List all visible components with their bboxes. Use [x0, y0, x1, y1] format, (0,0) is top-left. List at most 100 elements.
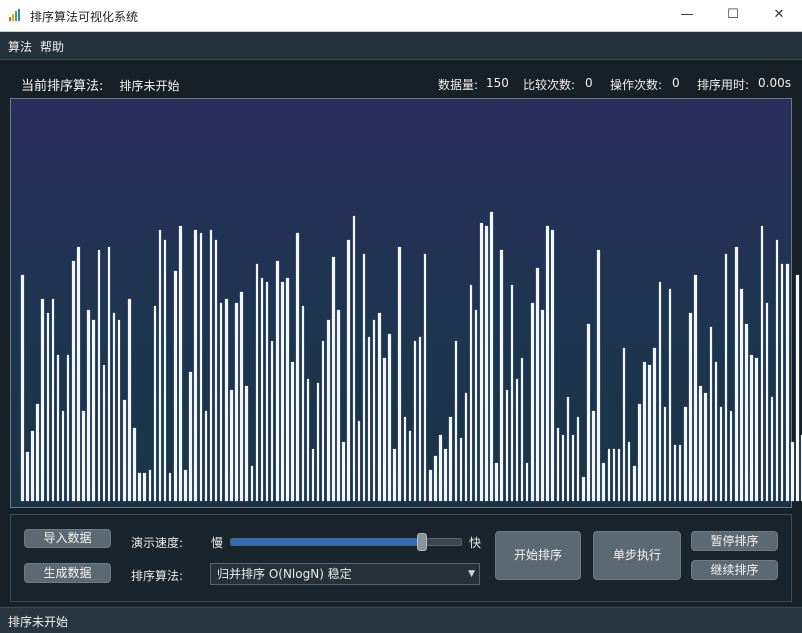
data-bar	[383, 358, 386, 501]
data-bar	[66, 355, 70, 501]
data-bar	[21, 275, 24, 501]
compare-count-label: 比较次数:	[523, 78, 576, 92]
data-count-label: 数据量:	[438, 78, 479, 92]
algorithm-select[interactable]: 归并排序 O(NlogN) 稳定 ▼	[210, 563, 480, 585]
current-algo-label: 当前排序算法:	[21, 79, 104, 94]
data-bar	[546, 226, 549, 501]
data-bar	[592, 411, 595, 501]
data-bar	[673, 445, 677, 501]
data-bar	[260, 278, 264, 501]
data-bar	[82, 411, 85, 501]
data-bar	[597, 250, 600, 501]
data-bar	[541, 310, 544, 501]
data-bar	[31, 431, 34, 501]
status-text: 排序未开始	[8, 615, 69, 629]
data-bar	[403, 417, 407, 501]
data-bar	[735, 247, 738, 501]
data-bar	[454, 341, 458, 501]
data-bar	[138, 473, 141, 501]
data-bar	[612, 449, 616, 501]
window-title: 排序算法可视化系统	[30, 10, 139, 24]
data-bar	[347, 240, 350, 501]
data-bar	[653, 348, 656, 501]
speed-slider[interactable]	[230, 533, 462, 551]
data-bar	[627, 442, 631, 501]
data-count-value: 150	[486, 76, 509, 90]
sort-visualization	[10, 98, 802, 508]
speed-slider-handle[interactable]	[417, 533, 427, 551]
continue-sort-button[interactable]: 继续排序	[691, 560, 778, 580]
speed-label: 演示速度:	[131, 536, 184, 550]
data-bar	[444, 449, 447, 501]
data-bar	[357, 421, 361, 501]
data-bar	[209, 230, 213, 501]
pause-sort-button[interactable]: 暂停排序	[691, 531, 778, 551]
data-bar	[587, 324, 590, 501]
menu-algorithm[interactable]: 算法	[8, 38, 32, 55]
chevron-down-icon: ▼	[468, 569, 475, 579]
data-bar	[87, 310, 90, 501]
data-bar	[423, 254, 427, 501]
data-bar	[337, 310, 340, 501]
close-button[interactable]: ✕	[756, 0, 802, 31]
data-bar	[219, 303, 223, 501]
data-bar	[775, 240, 779, 501]
data-bar	[174, 271, 177, 501]
data-bar	[250, 466, 254, 501]
step-execute-button[interactable]: 单步执行	[593, 531, 681, 580]
data-bar	[429, 470, 432, 501]
data-bar	[658, 282, 662, 501]
data-bar	[765, 303, 769, 501]
data-bar	[270, 341, 274, 501]
data-bar	[158, 230, 162, 501]
data-bar	[745, 324, 748, 501]
generate-data-button[interactable]: 生成数据	[24, 563, 111, 583]
data-bar	[719, 407, 723, 501]
maximize-button[interactable]: ☐	[710, 0, 756, 31]
start-sort-button[interactable]: 开始排序	[495, 531, 581, 580]
import-data-button[interactable]: 导入数据	[24, 529, 111, 548]
data-bar	[26, 452, 29, 501]
data-bar	[791, 442, 794, 501]
data-bar	[148, 470, 152, 501]
data-bar	[306, 379, 310, 501]
operation-count-value: 0	[672, 76, 680, 90]
data-bar	[617, 449, 621, 501]
data-bar	[750, 355, 753, 501]
data-bar	[321, 341, 325, 501]
data-bar	[571, 435, 575, 501]
menu-help[interactable]: 帮助	[40, 38, 64, 55]
data-bar	[36, 404, 39, 501]
data-bar	[520, 358, 524, 501]
data-bar	[525, 463, 529, 501]
data-bar	[449, 417, 452, 501]
data-bar	[622, 348, 626, 501]
data-bar	[480, 223, 483, 501]
data-bar	[316, 383, 320, 501]
minimize-button[interactable]: —	[664, 0, 710, 31]
data-bar	[485, 226, 488, 501]
data-bar	[393, 449, 396, 501]
data-bar	[469, 285, 473, 501]
sort-time-value: 0.00s	[758, 76, 791, 90]
data-bar	[760, 226, 764, 501]
data-bar	[551, 230, 554, 501]
data-bar	[602, 463, 605, 501]
speed-fast-label: 快	[469, 536, 482, 550]
data-bar	[153, 306, 157, 501]
data-bar	[556, 428, 560, 501]
data-bar	[515, 379, 519, 501]
data-bar	[643, 362, 646, 501]
data-bar	[214, 240, 218, 501]
data-bar	[184, 470, 187, 501]
data-bar	[97, 250, 101, 501]
data-bar	[230, 390, 233, 501]
data-bar	[638, 404, 641, 501]
bar-container	[11, 99, 802, 507]
data-bar	[367, 337, 371, 501]
data-bar	[495, 463, 498, 501]
data-bar	[41, 299, 44, 501]
data-bar	[566, 397, 570, 501]
data-bar	[46, 313, 50, 501]
data-bar	[92, 320, 95, 501]
